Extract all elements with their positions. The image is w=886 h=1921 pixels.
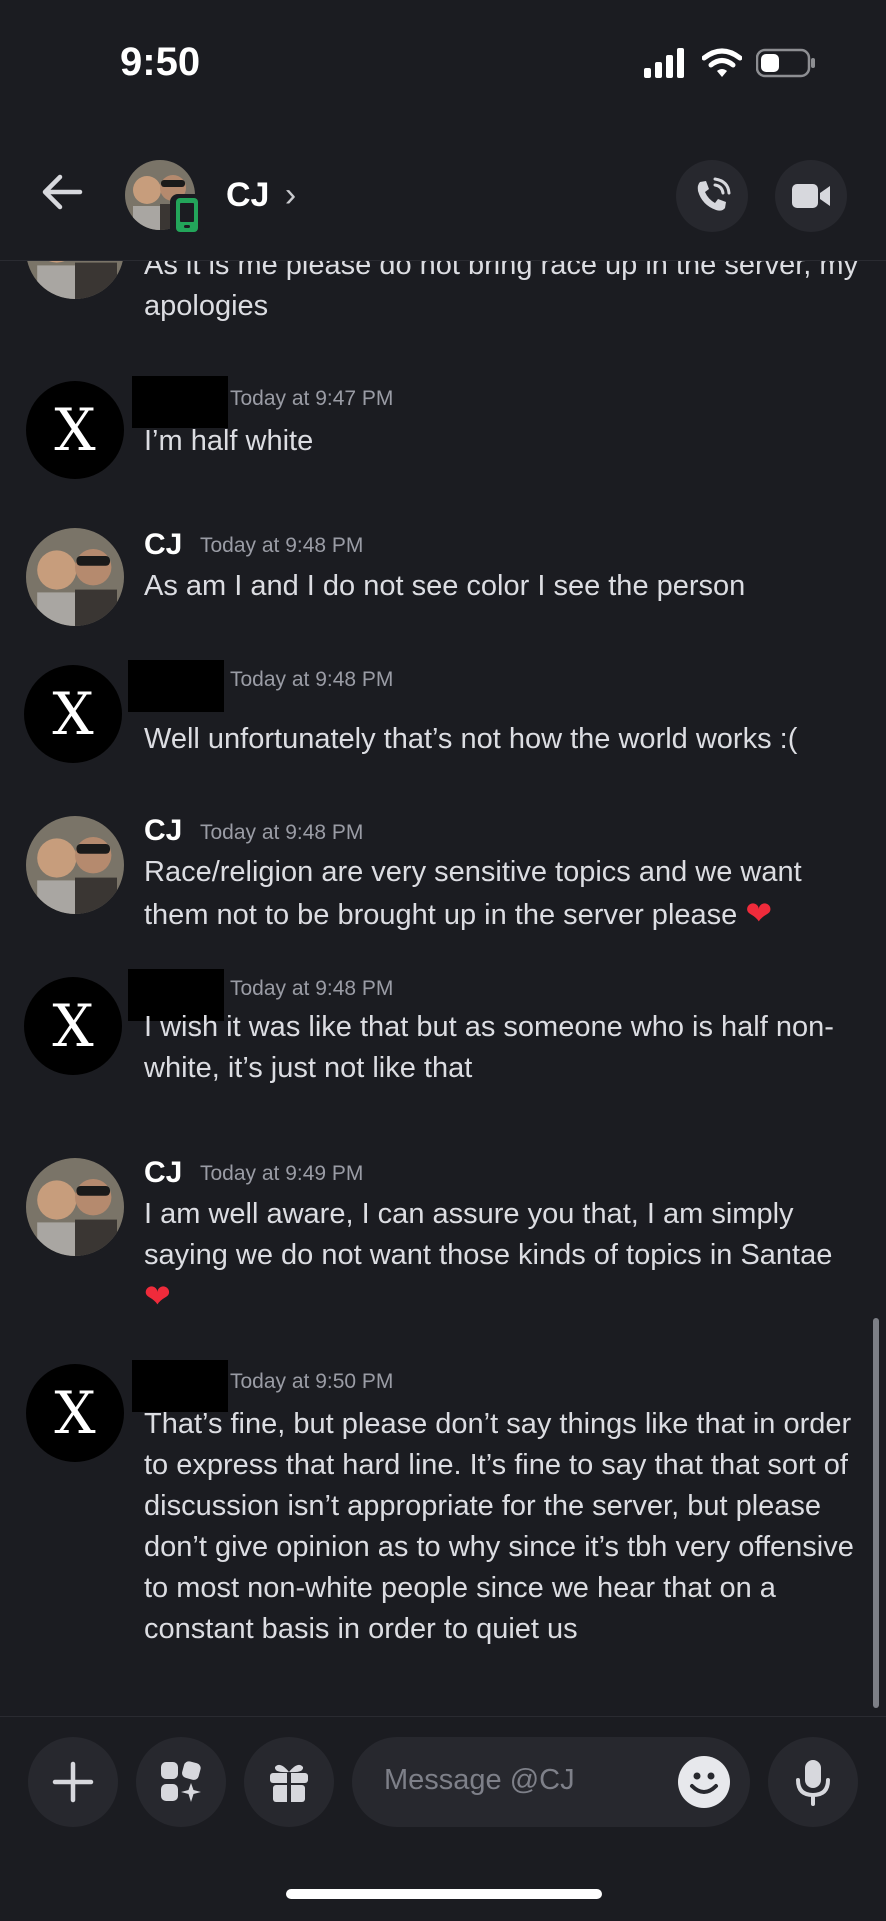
message-text: Well unfortunately that’s not how the wo… xyxy=(144,723,798,755)
voice-call-button[interactable] xyxy=(676,160,748,232)
message-text: Race/religion are very sensitive topics … xyxy=(144,852,864,936)
avatar[interactable]: X xyxy=(26,1364,124,1462)
avatar[interactable] xyxy=(26,261,124,299)
avatar-photo xyxy=(26,816,124,914)
message-text: I’m half white xyxy=(144,425,314,457)
add-attachment-button[interactable] xyxy=(28,1737,118,1827)
avatar[interactable]: X xyxy=(24,977,122,1075)
heart-emoji: ❤ xyxy=(745,894,773,932)
message-text: I wish it was like that but as someone w… xyxy=(144,1011,834,1084)
emoji-icon xyxy=(690,1772,718,1794)
avatar-letter: X xyxy=(54,1379,96,1447)
message-text-body: I am well aware, I can assure you that, … xyxy=(144,1198,833,1271)
avatar[interactable]: X xyxy=(26,381,124,479)
video-call-button[interactable] xyxy=(775,160,847,232)
battery-icon xyxy=(756,48,815,78)
message-timestamp: Today at 9:50 PM xyxy=(230,1370,394,1393)
message-text-body: Race/religion are very sensitive topics … xyxy=(144,856,802,931)
message-list[interactable]: As it is me please do not bring race up … xyxy=(0,261,886,1716)
message-author[interactable]: CJ xyxy=(144,1156,182,1190)
avatar-letter: X xyxy=(52,992,94,1060)
voice-message-button[interactable] xyxy=(768,1737,858,1827)
status-bar: 9:50 xyxy=(0,0,886,130)
conversation-header: CJ › xyxy=(0,130,886,261)
status-icons xyxy=(644,48,816,78)
emoji-button[interactable] xyxy=(678,1756,730,1808)
home-indicator[interactable] xyxy=(286,1889,602,1899)
avatar[interactable] xyxy=(26,528,124,626)
redacted-username xyxy=(128,660,224,712)
message-timestamp: Today at 9:48 PM xyxy=(200,534,364,557)
message-input-placeholder: Message @CJ xyxy=(384,1764,575,1796)
signal-icon xyxy=(644,48,684,78)
mobile-status-icon xyxy=(176,198,198,232)
message-text: As am I and I do not see color I see the… xyxy=(144,570,746,602)
apps-button[interactable] xyxy=(136,1737,226,1827)
message-author[interactable]: CJ xyxy=(144,814,182,848)
gift-icon xyxy=(270,1764,308,1803)
apps-icon xyxy=(161,1761,201,1802)
message-text: As it is me please do not bring race up … xyxy=(144,261,859,322)
message-timestamp: Today at 9:49 PM xyxy=(200,1162,364,1185)
gift-button[interactable] xyxy=(244,1737,334,1827)
video-camera-icon xyxy=(792,184,830,208)
chevron-right-icon: › xyxy=(284,176,297,214)
message-input[interactable]: Message @CJ xyxy=(352,1737,750,1827)
avatar-letter: X xyxy=(54,396,96,464)
microphone-icon xyxy=(796,1760,830,1806)
avatar[interactable] xyxy=(26,1158,124,1256)
avatar-letter: X xyxy=(52,680,94,748)
message-text: I am well aware, I can assure you that, … xyxy=(144,1194,864,1319)
plus-icon xyxy=(52,1761,94,1803)
avatar-photo xyxy=(26,261,124,299)
mobile-status-badge xyxy=(170,194,204,236)
message-timestamp: Today at 9:47 PM xyxy=(230,387,394,410)
message-text: That’s fine, but please don’t say things… xyxy=(144,1408,854,1645)
message-timestamp: Today at 9:48 PM xyxy=(230,668,394,691)
avatar[interactable] xyxy=(26,816,124,914)
heart-emoji: ❤ xyxy=(144,1277,171,1315)
message-author[interactable]: CJ xyxy=(144,528,182,562)
avatar-photo xyxy=(26,528,124,626)
phone-icon xyxy=(697,177,731,211)
header-title[interactable]: CJ › xyxy=(226,176,296,215)
message-timestamp: Today at 9:48 PM xyxy=(230,977,394,1000)
back-arrow-icon xyxy=(42,174,83,210)
message-timestamp: Today at 9:48 PM xyxy=(200,821,364,844)
wifi-icon xyxy=(702,48,742,77)
status-time: 9:50 xyxy=(120,40,201,84)
back-button[interactable] xyxy=(40,170,84,214)
scrollbar[interactable] xyxy=(873,1318,879,1708)
avatar[interactable]: X xyxy=(24,665,122,763)
avatar-photo xyxy=(26,1158,124,1256)
header-name: CJ xyxy=(226,176,270,214)
